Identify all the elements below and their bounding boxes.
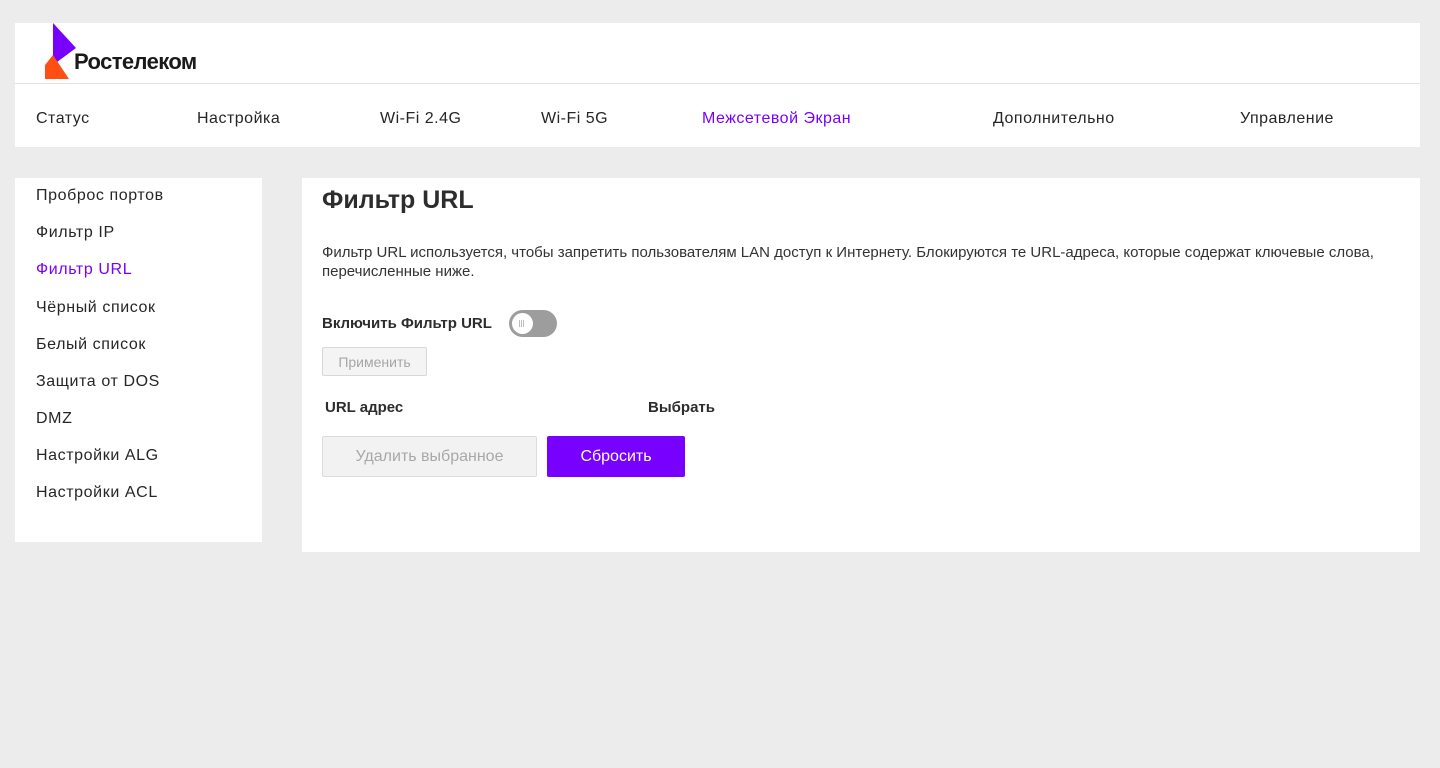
nav-status[interactable]: Статус: [36, 110, 90, 128]
sidebar-item-url-filter[interactable]: Фильтр URL: [36, 261, 132, 279]
url-filter-toggle-label: Включить Фильтр URL: [322, 315, 492, 332]
nav-firewall[interactable]: Межсетевой Экран: [702, 110, 851, 128]
nav-advanced[interactable]: Дополнительно: [993, 110, 1115, 128]
brand-name: Ростелеком: [74, 49, 197, 74]
sidebar-item-ip-filter[interactable]: Фильтр IP: [36, 224, 115, 242]
column-header-select: Выбрать: [648, 399, 715, 416]
apply-button[interactable]: Применить: [322, 347, 427, 376]
rostelecom-logo-icon: [45, 23, 76, 79]
main-nav: Статус Настройка Wi-Fi 2.4G Wi-Fi 5G Меж…: [15, 85, 1420, 147]
page-description: Фильтр URL используется, чтобы запретить…: [322, 244, 1374, 280]
url-filter-toggle[interactable]: [509, 310, 557, 337]
sidebar-item-blacklist[interactable]: Чёрный список: [36, 299, 156, 317]
sidebar: Проброс портов Фильтр IP Фильтр URL Чёрн…: [15, 178, 262, 542]
sidebar-item-dos-protection[interactable]: Защита от DOS: [36, 373, 160, 391]
sidebar-item-alg-settings[interactable]: Настройки ALG: [36, 447, 159, 465]
sidebar-item-acl-settings[interactable]: Настройки ACL: [36, 484, 158, 502]
delete-selected-button[interactable]: Удалить выбранное: [322, 436, 537, 477]
nav-management[interactable]: Управление: [1240, 110, 1334, 128]
logo-area: Ростелеком: [15, 23, 1420, 84]
nav-settings[interactable]: Настройка: [197, 110, 280, 128]
header: Ростелеком Статус Настройка Wi-Fi 2.4G W…: [15, 23, 1420, 147]
page-title: Фильтр URL: [322, 186, 474, 214]
column-header-url-address: URL адрес: [325, 399, 404, 416]
main-content: Фильтр URL Фильтр URL используется, чтоб…: [302, 178, 1420, 552]
sidebar-item-whitelist[interactable]: Белый список: [36, 336, 146, 354]
reset-button[interactable]: Сбросить: [547, 436, 685, 477]
sidebar-item-port-forwarding[interactable]: Проброс портов: [36, 187, 164, 205]
toggle-knob: [512, 313, 533, 334]
nav-wifi-5g[interactable]: Wi-Fi 5G: [541, 110, 608, 128]
nav-wifi-2-4g[interactable]: Wi-Fi 2.4G: [380, 110, 461, 128]
sidebar-item-dmz[interactable]: DMZ: [36, 410, 72, 428]
